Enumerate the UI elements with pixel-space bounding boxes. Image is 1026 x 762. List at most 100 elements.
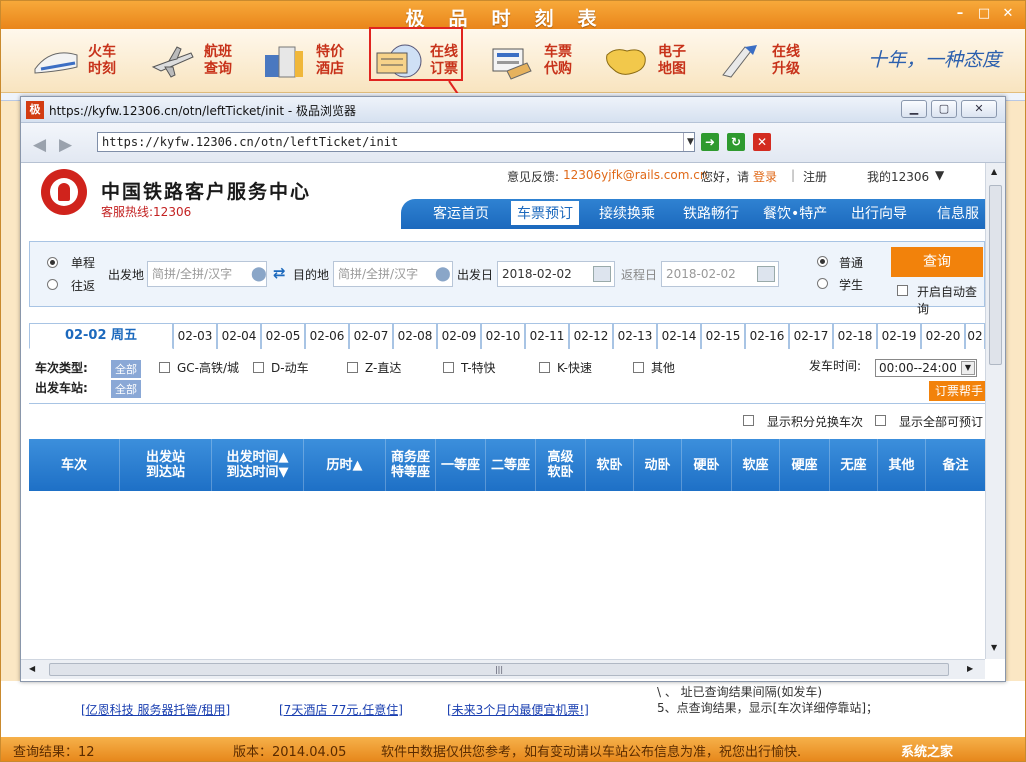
browser-favicon: 极 bbox=[26, 101, 44, 119]
scroll-up-icon[interactable]: ▲ bbox=[991, 167, 997, 176]
scroll-right-icon[interactable]: ▶ bbox=[967, 664, 973, 673]
ticket-helper-button[interactable]: 订票帮手 bbox=[929, 381, 985, 401]
filter-checkbox[interactable] bbox=[253, 362, 264, 373]
location-pin-icon: ⬤ bbox=[251, 266, 267, 282]
col-hard-sleeper: 硬卧 bbox=[681, 439, 731, 491]
toolbar-flight-search[interactable]: 航班 查询 bbox=[147, 35, 235, 87]
calendar-icon[interactable] bbox=[757, 266, 775, 282]
back-icon[interactable]: ◀ bbox=[33, 135, 46, 155]
auto-query-checkbox[interactable] bbox=[897, 285, 908, 296]
nav-item-catering[interactable]: 餐饮•特产 bbox=[763, 203, 827, 223]
radio-student[interactable] bbox=[817, 278, 828, 289]
tab-date[interactable]: 02-14 bbox=[657, 323, 701, 349]
nav-item-travel-guide[interactable]: 出行向导 bbox=[851, 203, 907, 223]
minimize-icon[interactable]: – bbox=[951, 6, 969, 22]
toolbar-hotel[interactable]: 特价 酒店 bbox=[259, 35, 347, 87]
scrollbar-thumb[interactable] bbox=[989, 185, 1002, 365]
tab-date[interactable]: 02-10 bbox=[481, 323, 525, 349]
site-main-nav: 客运首页 车票预订 接续换乘 铁路畅行 餐饮•特产 出行向导 信息服 bbox=[401, 199, 985, 229]
col-no-seat: 无座 bbox=[829, 439, 877, 491]
tab-date[interactable]: 02-18 bbox=[833, 323, 877, 349]
show-all-checkbox[interactable] bbox=[875, 415, 886, 426]
station-all-tag[interactable]: 全部 bbox=[111, 380, 141, 398]
tab-date[interactable]: 02-09 bbox=[437, 323, 481, 349]
tab-date[interactable]: 02-03 bbox=[173, 323, 217, 349]
stop-icon[interactable]: ✕ bbox=[753, 133, 771, 151]
address-bar[interactable]: https://kyfw.12306.cn/otn/leftTicket/ini… bbox=[97, 132, 695, 152]
tab-date[interactable]: 02-19 bbox=[877, 323, 921, 349]
tab-date[interactable]: 02-08 bbox=[393, 323, 437, 349]
from-input[interactable]: 简拼/全拼/汉字 bbox=[147, 261, 267, 287]
tab-date[interactable]: 02-06 bbox=[305, 323, 349, 349]
tab-date[interactable]: 02-05 bbox=[261, 323, 305, 349]
chevron-down-icon[interactable]: ▼ bbox=[935, 168, 944, 182]
toolbar-upgrade[interactable]: 在线 升级 bbox=[715, 35, 803, 87]
horizontal-scrollbar[interactable]: ◀ ||| ▶ bbox=[21, 659, 985, 679]
nav-item-ticket-booking[interactable]: 车票预订 bbox=[511, 201, 579, 225]
close-icon[interactable]: ✕ bbox=[999, 6, 1017, 22]
tab-date[interactable]: 02-12 bbox=[569, 323, 613, 349]
tab-date[interactable]: 02-04 bbox=[217, 323, 261, 349]
col-duration[interactable]: 历时▲ bbox=[303, 439, 385, 491]
my12306-menu[interactable]: 我的12306 bbox=[867, 168, 929, 185]
tab-date[interactable]: 02-02 周五 bbox=[29, 323, 173, 349]
toolbar-label: 航班 bbox=[204, 44, 232, 60]
filter-checkbox[interactable] bbox=[443, 362, 454, 373]
feedback-email[interactable]: 12306yjfk@rails.com.cn bbox=[563, 168, 707, 182]
col-times[interactable]: 出发时间▲ 到达时间▼ bbox=[211, 439, 303, 491]
tab-date[interactable]: 02-16 bbox=[745, 323, 789, 349]
to-label: 目的地 bbox=[293, 268, 330, 282]
tab-date[interactable]: 02-13 bbox=[613, 323, 657, 349]
depart-time-select[interactable]: 00:00--24:00 ▼ bbox=[875, 359, 977, 377]
tab-date[interactable]: 02-20 bbox=[921, 323, 965, 349]
go-icon[interactable]: ➜ bbox=[701, 133, 719, 151]
scrollbar-thumb[interactable]: ||| bbox=[49, 663, 949, 676]
filter-all-tag[interactable]: 全部 bbox=[111, 360, 141, 378]
minimize-icon[interactable]: ▁ bbox=[901, 100, 927, 118]
vertical-scrollbar[interactable]: ▲ ▼ bbox=[985, 163, 1005, 659]
nav-item-home[interactable]: 客运首页 bbox=[433, 203, 489, 223]
toolbar-label: 地图 bbox=[658, 61, 686, 77]
ad-link[interactable]: [未来3个月内最便宜机票!] bbox=[447, 701, 589, 718]
search-button[interactable]: 查询 bbox=[891, 247, 983, 277]
maximize-icon[interactable]: ▢ bbox=[931, 100, 957, 118]
toolbar-map[interactable]: 电子 地图 bbox=[601, 35, 689, 87]
chevron-down-icon[interactable]: ▼ bbox=[961, 361, 975, 375]
filter-checkbox[interactable] bbox=[159, 362, 170, 373]
scroll-down-icon[interactable]: ▼ bbox=[991, 643, 997, 652]
toolbar-train-timetable[interactable]: 火车 时刻 bbox=[31, 35, 119, 87]
filter-checkbox[interactable] bbox=[539, 362, 550, 373]
filter-option: D-动车 bbox=[271, 361, 309, 375]
filter-checkbox[interactable] bbox=[347, 362, 358, 373]
radio-oneway[interactable] bbox=[47, 257, 58, 268]
nav-item-info-service[interactable]: 信息服 bbox=[937, 203, 979, 223]
register-link[interactable]: 注册 bbox=[803, 168, 827, 185]
filter-option: 其他 bbox=[651, 361, 676, 375]
radio-roundtrip[interactable] bbox=[47, 279, 58, 290]
ad-link[interactable]: [亿恩科技 服务器托管/租用] bbox=[81, 701, 230, 718]
status-version: 版本：2014.04.05 bbox=[233, 745, 347, 760]
tab-date[interactable]: 02-17 bbox=[789, 323, 833, 349]
tab-date[interactable]: 02-07 bbox=[349, 323, 393, 349]
points-checkbox[interactable] bbox=[743, 415, 754, 426]
forward-icon[interactable]: ▶ bbox=[59, 135, 72, 155]
ad-link[interactable]: [7天酒店 77元,任意住] bbox=[279, 701, 403, 718]
nav-item-transfer[interactable]: 接续换乘 bbox=[599, 203, 655, 223]
refresh-icon[interactable]: ↻ bbox=[727, 133, 745, 151]
radio-normal[interactable] bbox=[817, 256, 828, 267]
tab-date[interactable]: 02-15 bbox=[701, 323, 745, 349]
calendar-icon[interactable] bbox=[593, 266, 611, 282]
upgrade-icon bbox=[715, 41, 765, 81]
tab-date[interactable]: 02 bbox=[965, 323, 985, 349]
status-result: 查询结果：12 bbox=[13, 745, 95, 760]
swap-icon[interactable]: ⇄ bbox=[273, 264, 286, 282]
maximize-icon[interactable]: □ bbox=[975, 6, 993, 22]
tab-date[interactable]: 02-11 bbox=[525, 323, 569, 349]
auto-query-label: 开启自动查询 bbox=[917, 285, 978, 316]
login-link[interactable]: 登录 bbox=[753, 168, 777, 185]
chevron-down-icon[interactable]: ▼ bbox=[683, 133, 697, 151]
nav-item-railway-pass[interactable]: 铁路畅行 bbox=[683, 203, 739, 223]
close-icon[interactable]: ✕ bbox=[961, 100, 997, 118]
filter-checkbox[interactable] bbox=[633, 362, 644, 373]
scroll-left-icon[interactable]: ◀ bbox=[29, 664, 35, 673]
